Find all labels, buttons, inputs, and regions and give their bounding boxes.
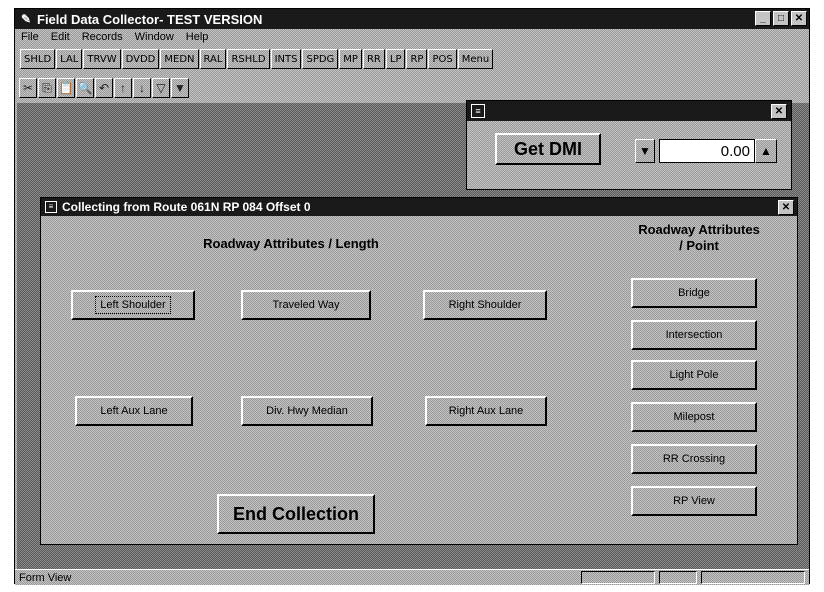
bridge-button[interactable]: Bridge xyxy=(631,278,757,308)
main-titlebar[interactable]: ✎ Field Data Collector- TEST VERSION _ □… xyxy=(15,9,809,29)
status-cell-2 xyxy=(659,571,697,584)
field-button-lp[interactable]: LP xyxy=(385,49,406,69)
field-button-ints[interactable]: INTS xyxy=(270,49,302,69)
field-button-spdg[interactable]: SPDG xyxy=(302,49,339,69)
left-shoulder-button[interactable]: Left Shoulder xyxy=(71,290,195,320)
dmi-window: ≡ ✕ Get DMI ▼ 0.00 ▲ xyxy=(466,100,792,190)
point-section-header: Roadway Attributes / Point xyxy=(601,222,797,254)
menu-bar: File Edit Records Window Help xyxy=(15,29,809,45)
sort-asc-icon[interactable]: ↑ xyxy=(114,78,132,98)
sort-desc-icon[interactable]: ↓ xyxy=(133,78,151,98)
get-dmi-label: Get DMI xyxy=(513,138,582,159)
arrow-up-icon: ▲ xyxy=(760,144,772,158)
status-cell-3 xyxy=(701,571,805,584)
field-button-pos[interactable]: POS xyxy=(428,49,457,69)
menu-records[interactable]: Records xyxy=(82,31,123,43)
menu-edit[interactable]: Edit xyxy=(51,31,70,43)
collection-title: Collecting from Route 061N RP 084 Offset… xyxy=(62,200,311,214)
field-button-rshld[interactable]: RSHLD xyxy=(227,49,270,69)
rr-crossing-button[interactable]: RR Crossing xyxy=(631,444,757,474)
end-collection-button[interactable]: End Collection xyxy=(217,494,375,534)
field-button-menu[interactable]: Menu xyxy=(457,49,494,69)
edit-toolbar: ✂ ⎘ 📋 🔍 ↶ ↑ ↓ ▽ ▼ xyxy=(15,75,355,101)
increment-button[interactable]: ▲ xyxy=(755,139,777,163)
collection-window: ≡ Collecting from Route 061N RP 084 Offs… xyxy=(40,197,798,545)
menu-window[interactable]: Window xyxy=(135,31,174,43)
left-aux-lane-label: Left Aux Lane xyxy=(100,405,168,417)
length-section-header: Roadway Attributes / Length xyxy=(203,236,379,251)
milepost-button[interactable]: Milepost xyxy=(631,402,757,432)
field-button-mp[interactable]: MP xyxy=(339,49,362,69)
workspace-scrollbar[interactable] xyxy=(797,103,809,571)
filter-icon[interactable]: ▽ xyxy=(152,78,170,98)
field-button-ral[interactable]: RAL xyxy=(199,49,227,69)
dmi-value-field[interactable]: 0.00 xyxy=(659,139,755,163)
field-button-rr[interactable]: RR xyxy=(362,49,385,69)
menu-help[interactable]: Help xyxy=(186,31,209,43)
field-toolbar: SHLD LAL TRVW DVDD MEDN RAL RSHLD INTS S… xyxy=(15,47,809,71)
copy-icon[interactable]: ⎘ xyxy=(38,78,56,98)
right-aux-lane-button[interactable]: Right Aux Lane xyxy=(425,396,547,426)
apply-filter-icon[interactable]: ▼ xyxy=(171,78,189,98)
end-collection-label: End Collection xyxy=(233,503,359,524)
field-button-trvw[interactable]: TRVW xyxy=(83,49,121,69)
dmi-titlebar[interactable]: ≡ ✕ xyxy=(467,101,791,121)
field-button-dvdd[interactable]: DVDD xyxy=(121,49,160,69)
cut-icon[interactable]: ✂ xyxy=(19,78,37,98)
field-button-lal[interactable]: LAL xyxy=(56,49,83,69)
div-hwy-median-label: Div. Hwy Median xyxy=(266,405,348,417)
right-shoulder-button[interactable]: Right Shoulder xyxy=(423,290,547,320)
point-header-line-2: / Point xyxy=(679,238,719,253)
intersection-button[interactable]: Intersection xyxy=(631,320,757,350)
field-button-shld[interactable]: SHLD xyxy=(20,49,56,69)
minimize-button[interactable]: _ xyxy=(755,11,771,26)
status-text: Form View xyxy=(19,571,72,584)
rp-view-button[interactable]: RP View xyxy=(631,486,757,516)
system-menu-icon[interactable]: ≡ xyxy=(471,104,485,118)
field-button-rp[interactable]: RP xyxy=(406,49,428,69)
app-icon: ✎ xyxy=(20,12,32,26)
arrow-down-icon: ▼ xyxy=(639,144,651,158)
paste-icon[interactable]: 📋 xyxy=(57,78,75,98)
get-dmi-button[interactable]: Get DMI xyxy=(495,133,601,165)
menu-file[interactable]: File xyxy=(21,31,39,43)
collection-titlebar[interactable]: ≡ Collecting from Route 061N RP 084 Offs… xyxy=(41,198,797,216)
dmi-close-button[interactable]: ✕ xyxy=(771,104,787,119)
traveled-way-label: Traveled Way xyxy=(272,299,340,311)
close-button[interactable]: ✕ xyxy=(791,11,807,26)
traveled-way-button[interactable]: Traveled Way xyxy=(241,290,371,320)
decrement-button[interactable]: ▼ xyxy=(635,139,655,163)
right-shoulder-label: Right Shoulder xyxy=(448,299,522,311)
div-hwy-median-button[interactable]: Div. Hwy Median xyxy=(241,396,373,426)
status-bar: Form View xyxy=(15,569,809,585)
status-cell-1 xyxy=(581,571,655,584)
field-button-medn[interactable]: MEDN xyxy=(160,49,199,69)
point-header-line-1: Roadway Attributes xyxy=(638,222,760,237)
maximize-button[interactable]: □ xyxy=(773,11,789,26)
system-menu-icon[interactable]: ≡ xyxy=(45,201,57,213)
light-pole-button[interactable]: Light Pole xyxy=(631,360,757,390)
left-shoulder-label: Left Shoulder xyxy=(95,296,171,314)
undo-icon[interactable]: ↶ xyxy=(95,78,113,98)
find-icon[interactable]: 🔍 xyxy=(76,78,94,98)
app-title: Field Data Collector- TEST VERSION xyxy=(37,11,263,27)
collection-close-button[interactable]: ✕ xyxy=(778,200,794,215)
window-controls: _ □ ✕ xyxy=(755,11,807,26)
right-aux-lane-label: Right Aux Lane xyxy=(448,405,524,417)
left-aux-lane-button[interactable]: Left Aux Lane xyxy=(75,396,193,426)
